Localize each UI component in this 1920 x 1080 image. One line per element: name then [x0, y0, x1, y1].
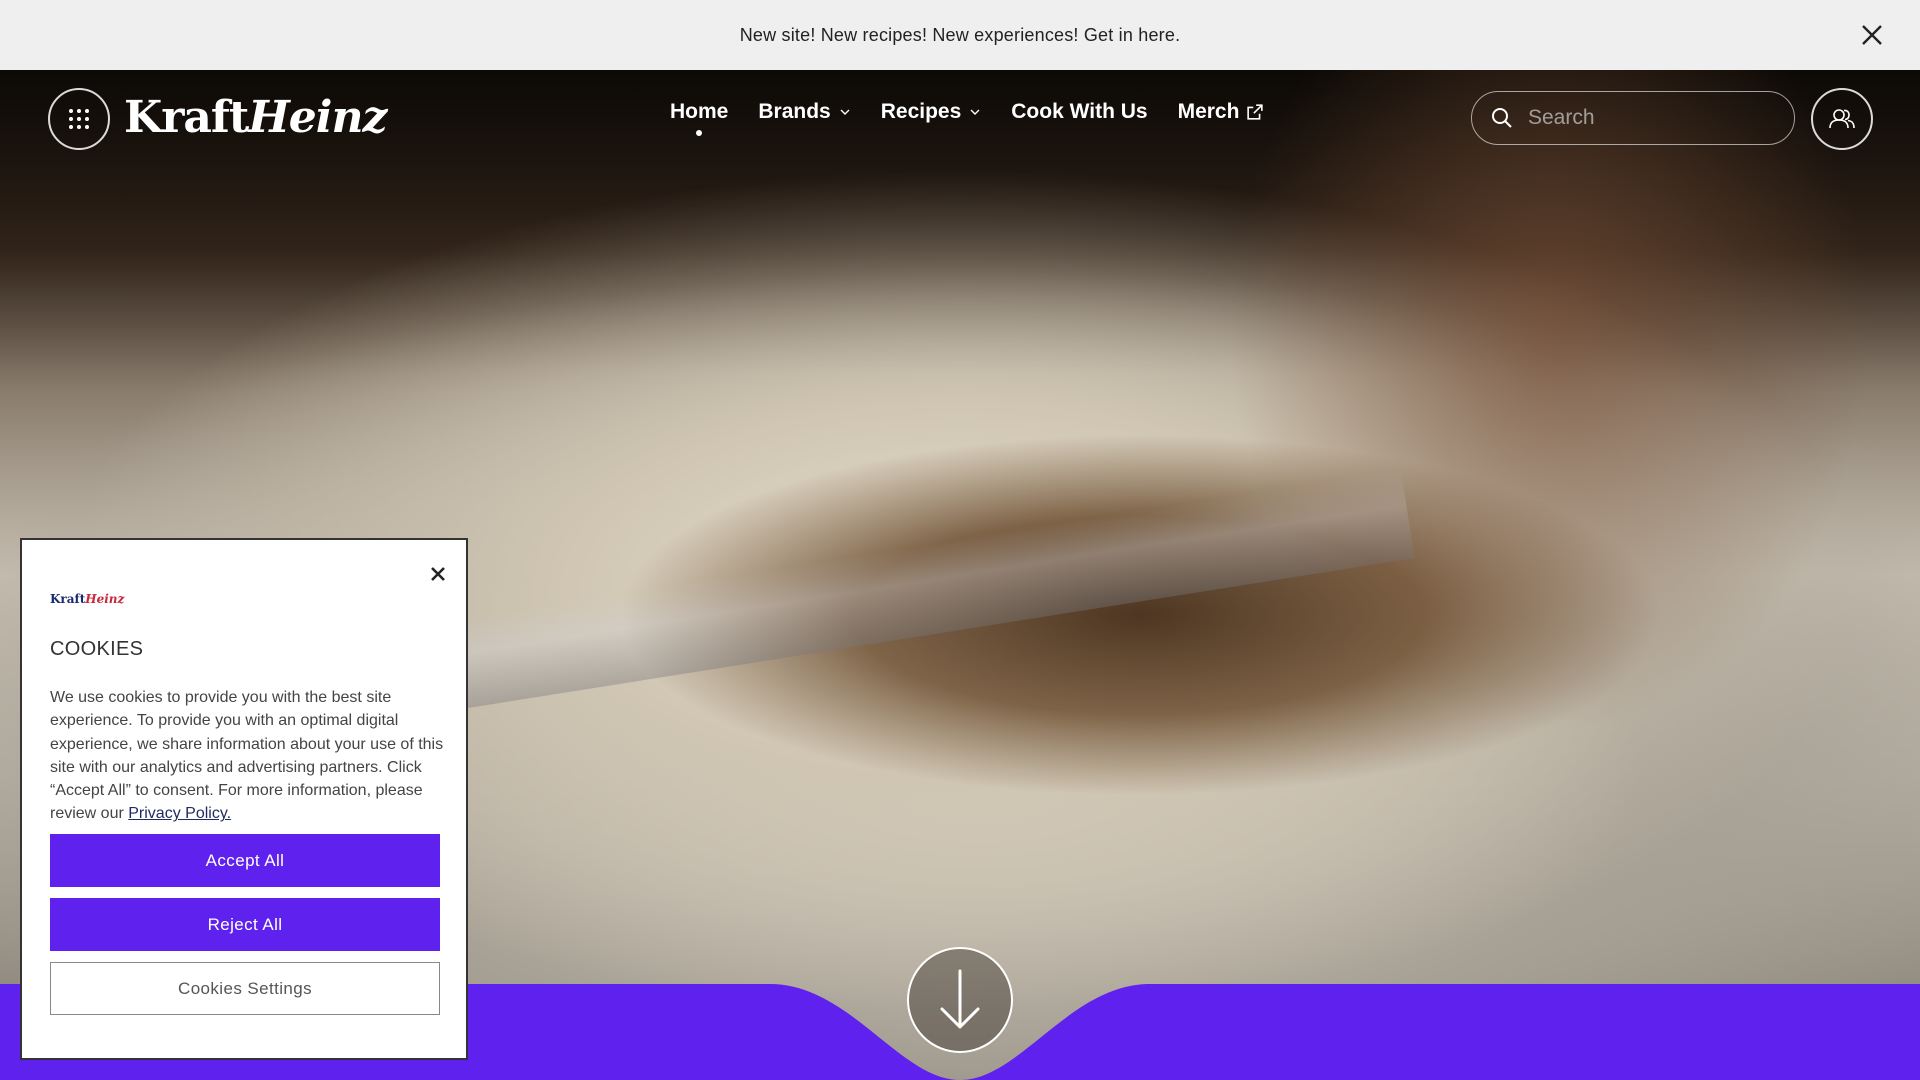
cookie-logo-part1: Kraft — [50, 592, 86, 606]
search-input[interactable] — [1528, 106, 1778, 130]
announcement-bar: New site! New recipes! New experiences! … — [0, 0, 1920, 70]
close-icon[interactable] — [428, 564, 448, 584]
users-icon — [1829, 109, 1855, 129]
cookie-description: We use cookies to provide you with the b… — [50, 686, 444, 826]
nav-cook-with-us[interactable]: Cook With Us — [1011, 100, 1147, 124]
scroll-down-button[interactable] — [907, 947, 1013, 1053]
cookie-body-text: We use cookies to provide you with the b… — [50, 689, 444, 823]
menu-button[interactable] — [48, 88, 110, 150]
cookie-consent-dialog: KraftHeinz COOKIES We use cookies to pro… — [20, 538, 468, 1060]
cookies-settings-button[interactable]: Cookies Settings — [50, 962, 440, 1015]
nav-merch[interactable]: Merch — [1178, 100, 1264, 124]
reject-all-button[interactable]: Reject All — [50, 898, 440, 951]
main-header: KraftHeinz Home Brands Recipes Cook With… — [0, 70, 1920, 166]
nav-recipes[interactable]: Recipes — [881, 100, 982, 124]
search-box[interactable] — [1471, 91, 1795, 145]
search-icon — [1492, 108, 1512, 128]
nav-home[interactable]: Home — [670, 100, 729, 136]
account-button[interactable] — [1811, 88, 1873, 150]
nav-brands[interactable]: Brands — [758, 100, 850, 124]
nav-recipes-label: Recipes — [880, 100, 962, 123]
accept-all-button[interactable]: Accept All — [50, 834, 440, 887]
logo-part2: Heinz — [248, 92, 387, 143]
grid-icon — [69, 109, 89, 129]
nav-home-label: Home — [670, 100, 729, 123]
privacy-policy-link[interactable]: Privacy Policy. — [128, 805, 231, 822]
kraftheinz-logo[interactable]: KraftHeinz — [124, 92, 387, 143]
chevron-down-icon — [970, 109, 980, 115]
announcement-text[interactable]: New site! New recipes! New experiences! … — [740, 25, 1181, 46]
close-icon[interactable] — [1856, 19, 1888, 51]
nav-cook-with-us-label: Cook With Us — [1011, 100, 1148, 123]
nav-brands-label: Brands — [758, 100, 831, 123]
main-nav: Home Brands Recipes Cook With Us Merch — [670, 100, 1293, 136]
cookie-logo: KraftHeinz — [50, 592, 124, 606]
nav-merch-label: Merch — [1177, 100, 1240, 123]
chevron-down-icon — [840, 109, 850, 115]
logo-part1: Kraft — [124, 92, 249, 143]
cookie-logo-part2: Heinz — [85, 592, 125, 606]
arrow-down-icon — [940, 969, 980, 1029]
external-link-icon — [1247, 104, 1264, 120]
cookie-title: COOKIES — [50, 638, 144, 660]
